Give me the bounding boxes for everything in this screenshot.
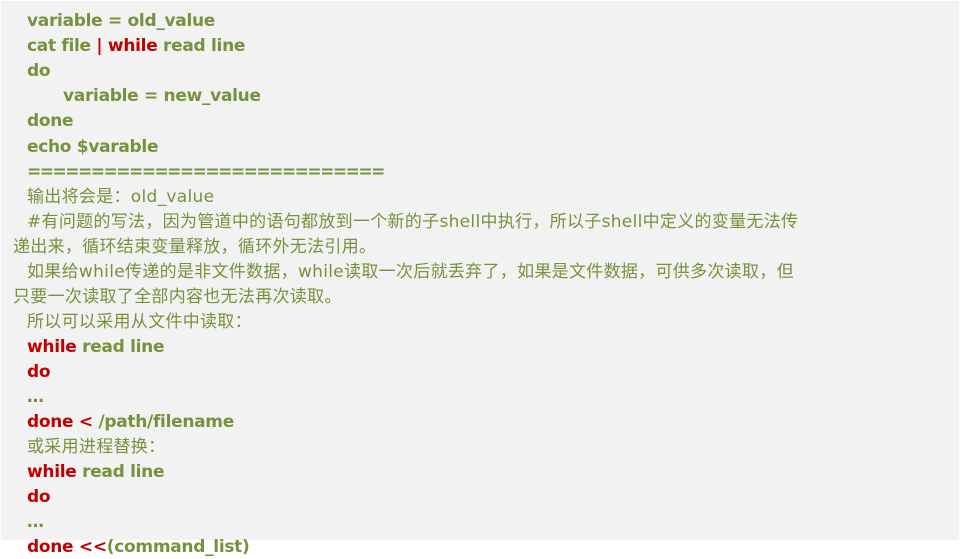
note-text: 所以可以采用从文件中读取： bbox=[27, 312, 252, 332]
keyword-do: do bbox=[27, 362, 51, 382]
explanation-line-4: 只要一次读取了全部内容也无法再次读取。 bbox=[13, 285, 342, 309]
note-text: 如果给while传递的是非文件数据，while读取一次后就丢弃了，如果是文件数据… bbox=[27, 262, 794, 282]
keyword-done: done < bbox=[27, 412, 93, 432]
code-line-ellipsis-1: … bbox=[27, 385, 44, 409]
code-text: read line bbox=[76, 462, 165, 482]
code-text: variable = old_value bbox=[27, 11, 216, 31]
explanation-line-2: 递出来，循环结束变量释放，循环外无法引用。 bbox=[13, 235, 376, 259]
keyword-do: do bbox=[27, 487, 51, 507]
code-line-done-1: done < /path/filename bbox=[27, 410, 234, 434]
ellipsis-text: … bbox=[27, 387, 44, 407]
process-substitution-heading: 或采用进程替换： bbox=[27, 435, 165, 459]
keyword-while: while bbox=[27, 337, 77, 357]
code-text: read line bbox=[157, 36, 246, 56]
code-line-ellipsis-2: … bbox=[27, 510, 44, 534]
keyword-while: while bbox=[27, 462, 77, 482]
code-line-5: done bbox=[27, 109, 74, 133]
code-text: read line bbox=[76, 337, 165, 357]
code-text: echo $varable bbox=[27, 137, 159, 157]
code-line-6: echo $varable bbox=[27, 135, 158, 159]
separator-text: ============================ bbox=[27, 162, 385, 182]
explanation-line-1: #有问题的写法，因为管道中的语句都放到一个新的子shell中执行，所以子shel… bbox=[27, 210, 798, 234]
keyword-while: | while bbox=[96, 36, 158, 56]
code-text: (command_list) bbox=[106, 537, 250, 557]
explanation-line-3: 如果给while传递的是非文件数据，while读取一次后就丢弃了，如果是文件数据… bbox=[27, 260, 794, 284]
code-text: do bbox=[27, 61, 51, 81]
code-line-do-2: do bbox=[27, 485, 51, 509]
separator-line: ============================ bbox=[27, 160, 385, 184]
note-text: 递出来，循环结束变量释放，循环外无法引用。 bbox=[13, 237, 377, 257]
code-line-while-1: while read line bbox=[27, 335, 164, 359]
code-text: /path/filename bbox=[92, 412, 234, 432]
code-line-do-1: do bbox=[27, 360, 51, 384]
code-text: done bbox=[27, 111, 74, 131]
code-line-done-2: done <<(command_list) bbox=[27, 535, 250, 559]
note-text: 只要一次读取了全部内容也无法再次读取。 bbox=[13, 287, 342, 307]
output-note: 输出将会是：old_value bbox=[27, 185, 214, 209]
note-text: 输出将会是：old_value bbox=[27, 187, 215, 207]
note-text: 或采用进程替换： bbox=[27, 437, 166, 457]
code-line-4: variable = new_value bbox=[63, 84, 261, 108]
note-text: #有问题的写法，因为管道中的语句都放到一个新的子shell中执行，所以子shel… bbox=[27, 212, 799, 232]
code-text: variable = new_value bbox=[63, 86, 261, 106]
code-line-while-2: while read line bbox=[27, 460, 164, 484]
code-text: cat file bbox=[27, 36, 97, 56]
code-line-3: do bbox=[27, 59, 51, 83]
code-line-2: cat file | while read line bbox=[27, 34, 245, 58]
ellipsis-text: … bbox=[27, 512, 44, 532]
keyword-done: done << bbox=[27, 537, 107, 557]
code-line-1: variable = old_value bbox=[27, 9, 215, 33]
file-read-heading: 所以可以采用从文件中读取： bbox=[27, 310, 252, 334]
